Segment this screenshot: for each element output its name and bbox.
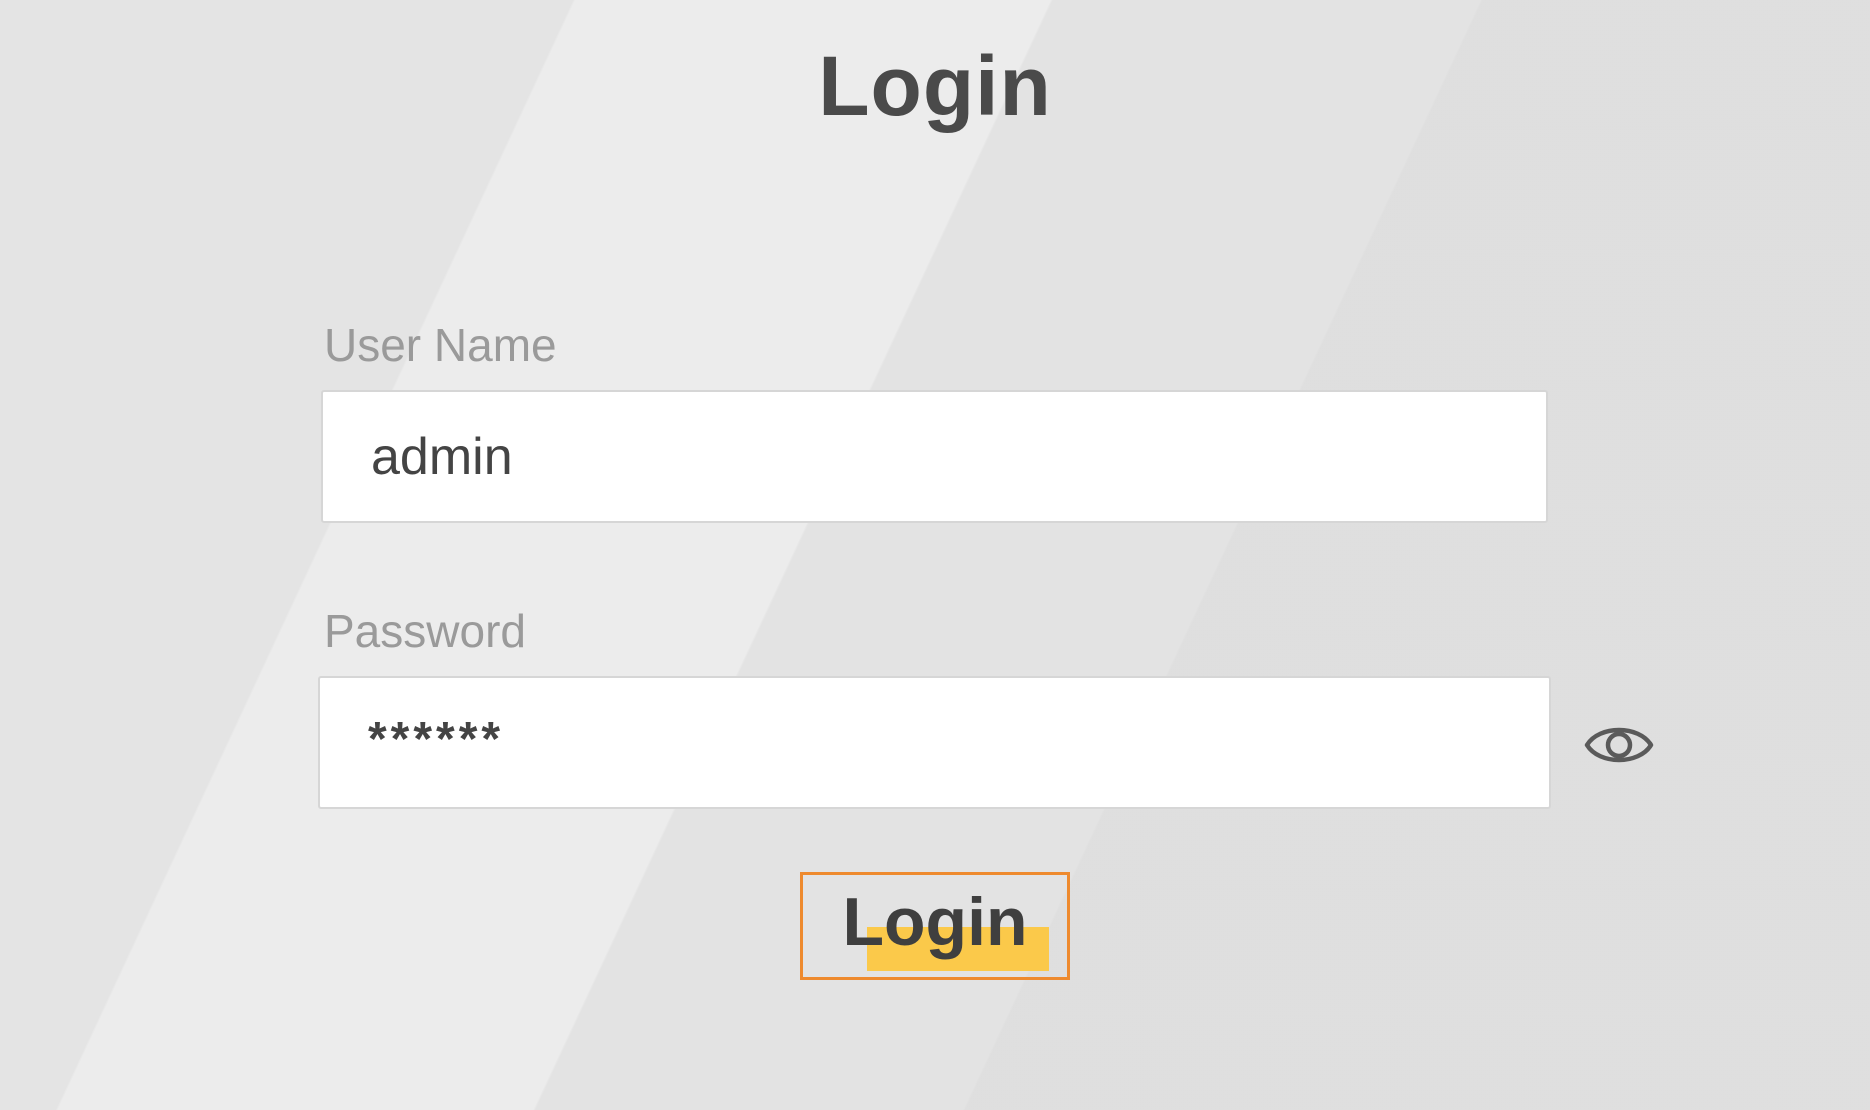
login-button-label: Login: [842, 884, 1028, 960]
page-title: Login: [818, 39, 1052, 133]
password-mask: ******: [368, 713, 505, 766]
username-input[interactable]: [321, 390, 1548, 523]
login-button[interactable]: Login: [800, 872, 1070, 980]
password-input[interactable]: ******: [318, 676, 1551, 809]
eye-icon[interactable]: [1583, 715, 1655, 775]
username-label: User Name: [324, 319, 557, 371]
password-label: Password: [324, 605, 526, 657]
